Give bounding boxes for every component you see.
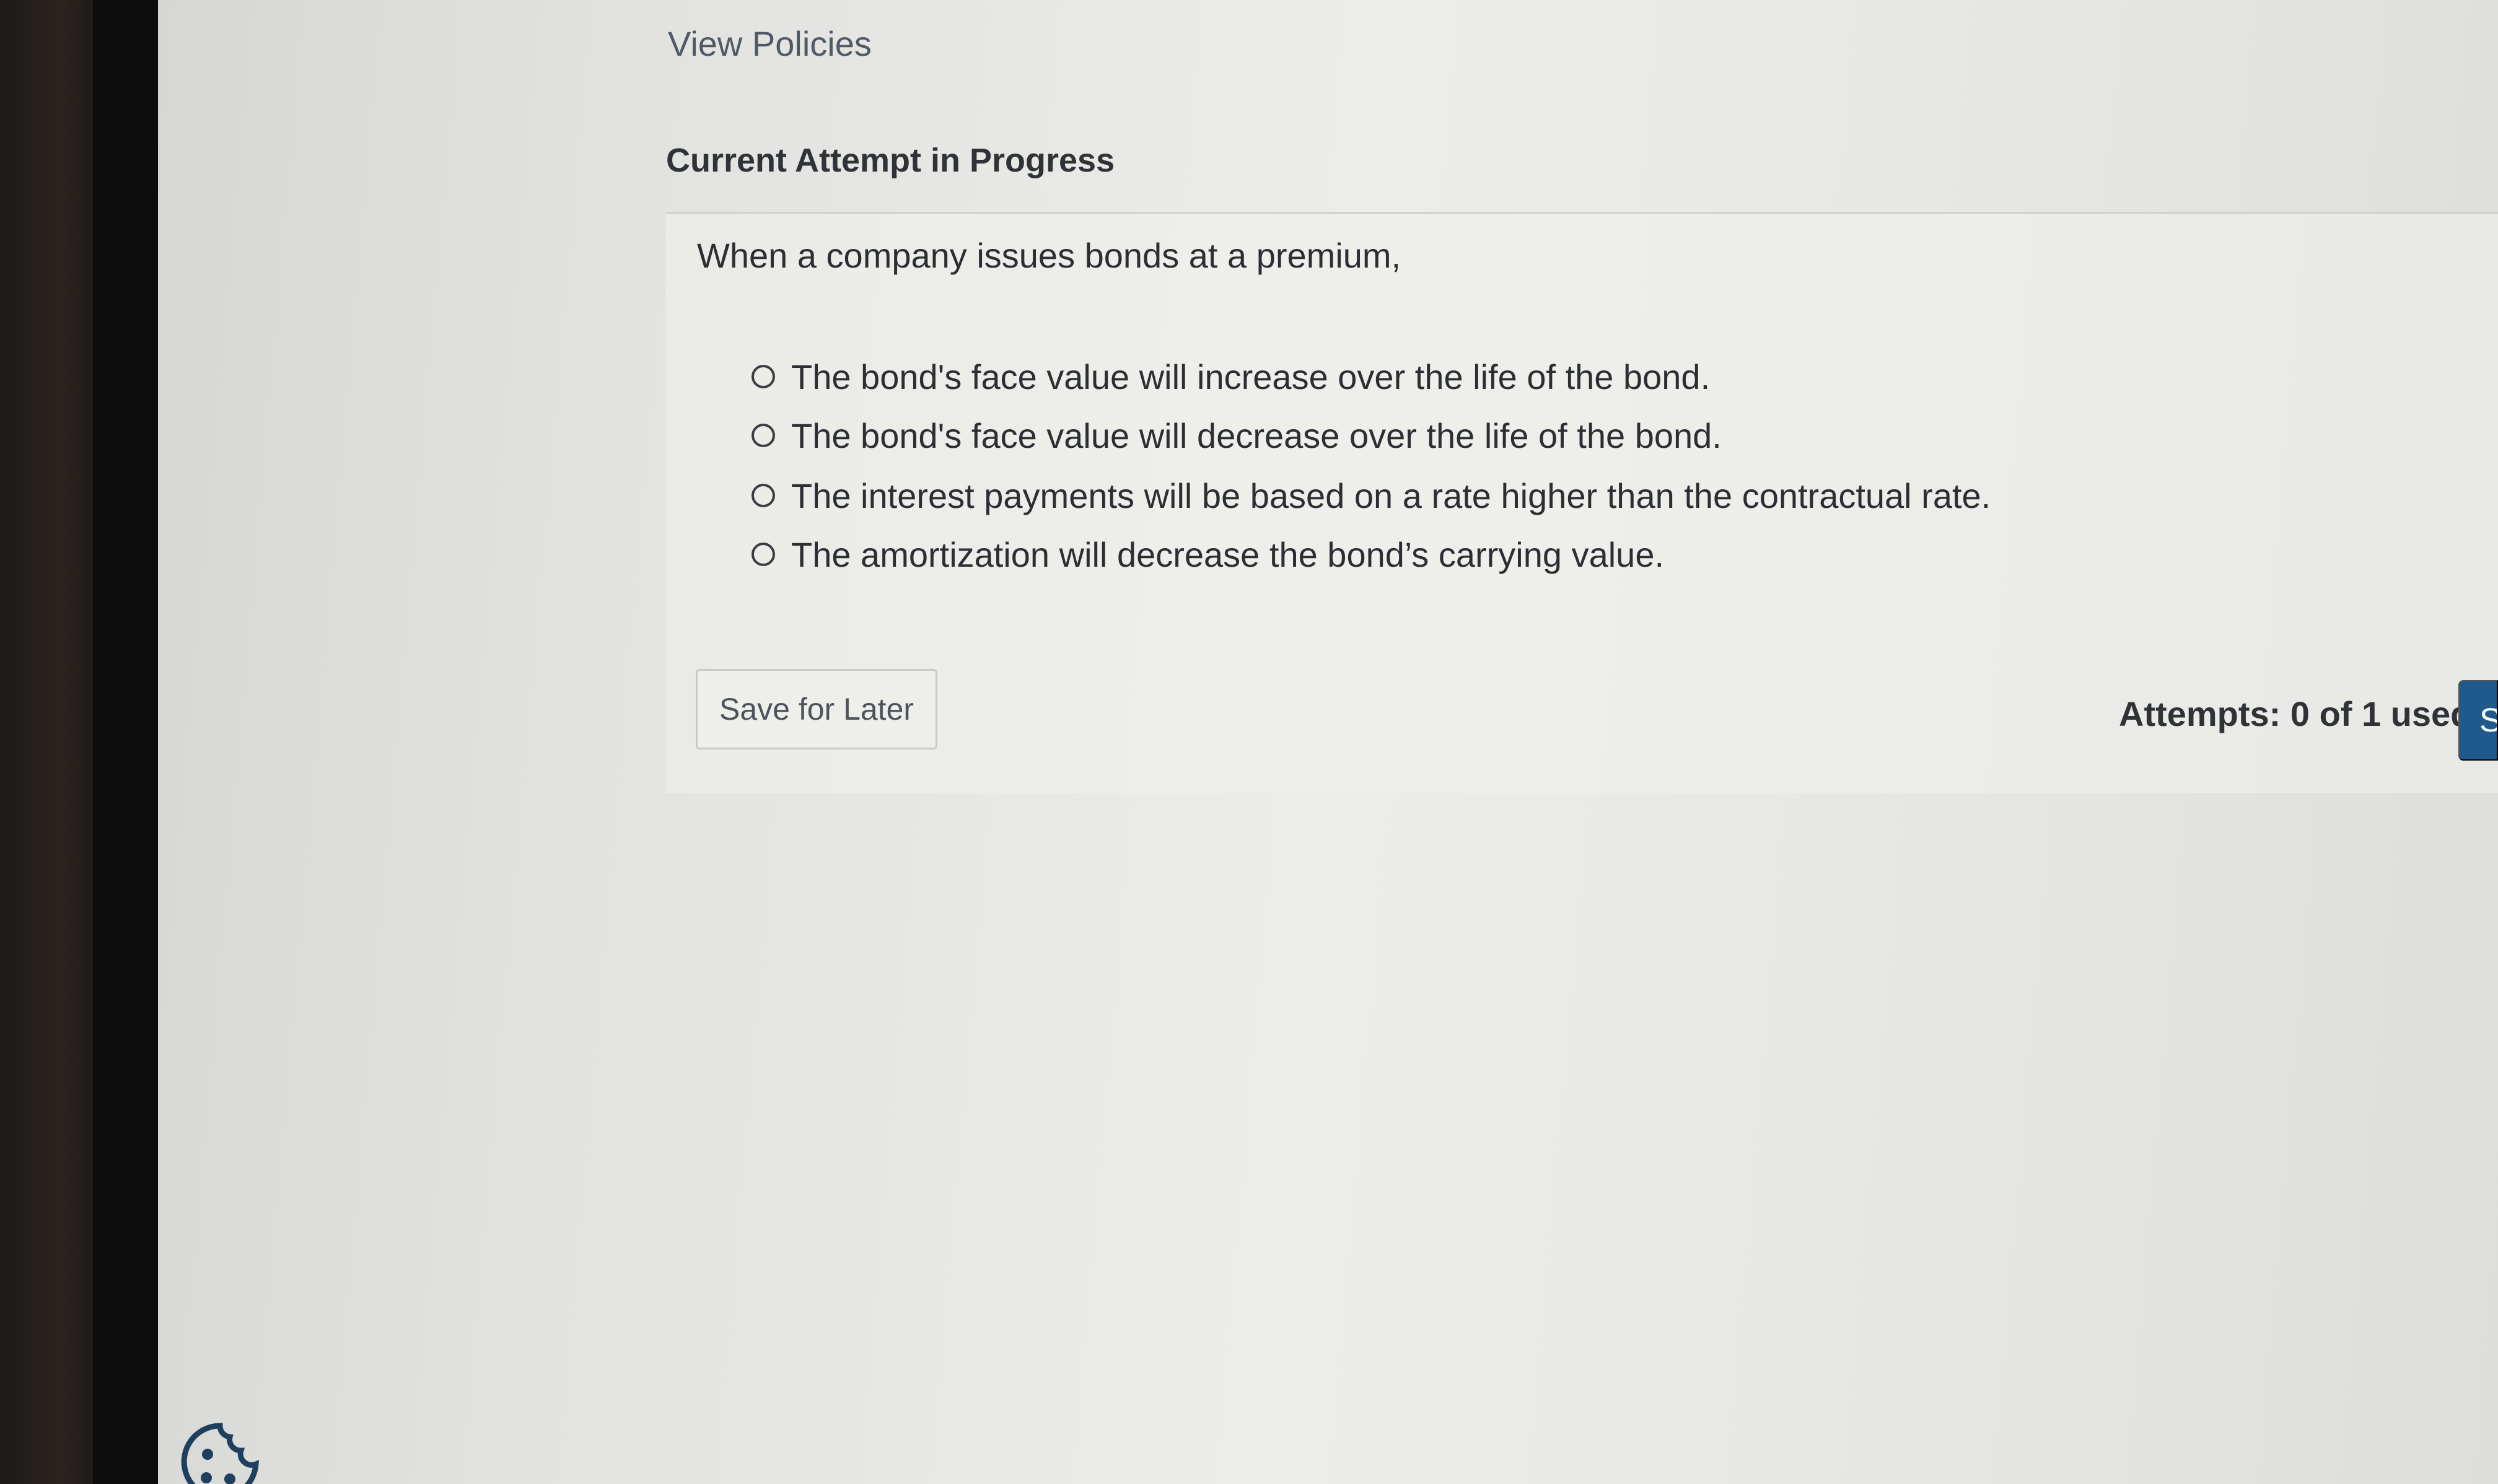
radio-button[interactable] (752, 365, 775, 388)
radio-button[interactable] (752, 543, 775, 566)
radio-button[interactable] (752, 424, 775, 447)
answer-option-label: The interest payments will be based on a… (791, 476, 1991, 515)
answer-option-2[interactable]: The bond's face value will decrease over… (752, 414, 1722, 457)
answer-option-label: The amortization will decrease the bond’… (791, 535, 1665, 574)
question-prompt: When a company issues bonds at a premium… (697, 236, 1401, 275)
radio-button[interactable] (752, 484, 775, 507)
answer-option-3[interactable]: The interest payments will be based on a… (752, 474, 1991, 517)
attempt-heading: Current Attempt in Progress (666, 142, 1115, 179)
attempts-counter: Attempts: 0 of 1 used (2119, 694, 2472, 733)
view-policies-link[interactable]: View Policies (668, 24, 872, 64)
answer-option-4[interactable]: The amortization will decrease the bond’… (752, 533, 1664, 576)
monitor-bezel-edge (93, 0, 161, 1484)
save-for-later-button[interactable]: Save for Later (696, 669, 937, 749)
answer-option-label: The bond's face value will decrease over… (791, 416, 1722, 455)
cookie-icon[interactable] (177, 1418, 263, 1484)
answer-option-label: The bond's face value will increase over… (791, 357, 1711, 396)
submit-button[interactable]: S (2458, 680, 2498, 761)
answer-option-1[interactable]: The bond's face value will increase over… (752, 355, 1710, 398)
